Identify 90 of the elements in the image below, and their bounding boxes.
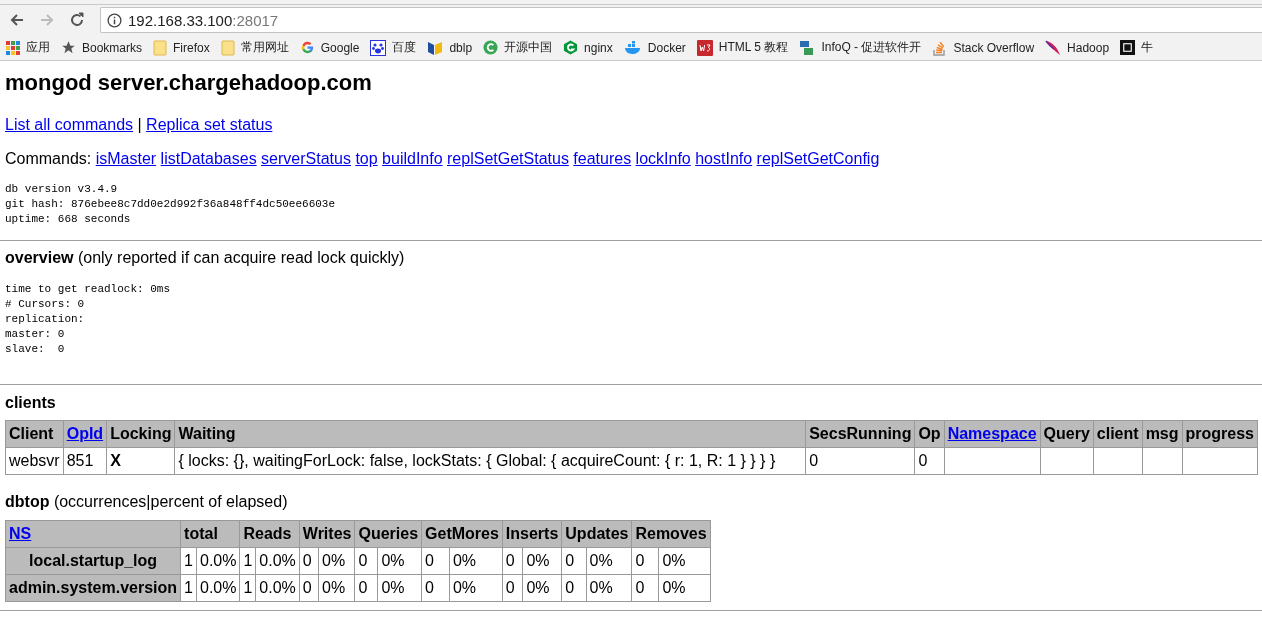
bookmark-link[interactable]: Stack Overflow <box>953 40 1035 55</box>
bookmark-link[interactable]: dblp <box>449 40 473 55</box>
bookmark-link[interactable]: Docker <box>647 40 686 55</box>
column-header: Writes <box>299 520 355 548</box>
command-link[interactable]: replSetGetStatus <box>447 150 569 167</box>
bookmark-link[interactable]: 百度 <box>392 39 417 56</box>
forward-arrow-icon <box>39 13 55 27</box>
c-circle-icon <box>483 40 499 55</box>
bookmark-link[interactable]: InfoQ - 促进软件开 <box>821 39 922 56</box>
table-cell: websvr <box>5 447 64 475</box>
overview-line: master: 0 <box>5 327 66 342</box>
command-link[interactable]: listDatabases <box>160 150 257 167</box>
column-header: progress <box>1182 420 1258 448</box>
apps-grid-icon <box>6 40 20 55</box>
section-note: (occurrences|percent of elapsed) <box>53 493 288 510</box>
command-link[interactable]: isMaster <box>95 150 157 167</box>
infoq-logo-icon <box>799 39 816 56</box>
bookmark-link[interactable]: 常用网址 <box>240 39 289 56</box>
overview-line: slave: 0 <box>5 342 66 357</box>
column-header-link[interactable]: OpId <box>66 425 104 442</box>
column-header-link[interactable]: NS <box>9 525 32 542</box>
overview-line: # Cursors: 0 <box>5 297 86 312</box>
bookmark-link[interactable]: Google <box>320 40 360 55</box>
paw-icon <box>370 39 387 56</box>
column-header: Inserts <box>502 520 562 548</box>
dblp-logo-icon <box>427 39 444 56</box>
command-link[interactable]: serverStatus <box>261 150 351 167</box>
column-header: Removes <box>631 520 711 548</box>
bookmark-link[interactable]: Firefox <box>173 40 210 55</box>
address-bar[interactable]: 192.168.33.100:28017 <box>100 7 1262 33</box>
folder-icon <box>153 39 168 56</box>
column-header: SecsRunning <box>805 420 915 448</box>
bookmark-link[interactable]: HTML 5 教程 <box>718 39 789 56</box>
link[interactable]: List all commands <box>5 116 134 133</box>
stacked-lines-icon <box>932 39 948 56</box>
overview-line: time to get readlock: 0ms <box>5 282 172 297</box>
table-cell: X <box>106 447 175 475</box>
command-link[interactable]: lockInfo <box>635 150 691 167</box>
command-link[interactable]: top <box>355 150 378 167</box>
separator-text: | <box>137 116 142 133</box>
version-info-line: db version v3.4.9 <box>5 182 119 197</box>
section-heading: clients <box>5 394 57 412</box>
version-info-line: git hash: 876ebee8c7dd0e2d992f36a848ff4dc50ee6603e <box>5 197 337 212</box>
section-heading: dbtop <box>5 493 50 510</box>
star-icon <box>61 40 76 55</box>
command-link[interactable]: replSetGetConfig <box>756 150 880 167</box>
bookmark-link[interactable]: nginx <box>584 40 613 55</box>
column-header: msg <box>1142 420 1183 448</box>
bookmark-link[interactable]: Bookmarks <box>82 40 143 55</box>
section-note: (only reported if can acquire read lock quickly) <box>77 249 405 266</box>
table-cell: { locks: {}, waitingForLock: false, lockStats: { Global: { acquireCount: { r: 1, R: 1 } } } } <box>174 447 806 475</box>
column-header: Op <box>914 420 945 448</box>
command-link[interactable]: buildInfo <box>382 150 443 167</box>
command-link[interactable]: hostInfo <box>695 150 753 167</box>
column-header-link[interactable]: Namespace <box>947 425 1037 442</box>
column-header: Reads <box>239 520 300 548</box>
column-header: Client <box>5 420 64 448</box>
reload-icon <box>69 12 85 28</box>
table-cell: 0 <box>805 447 915 475</box>
column-header: Waiting <box>174 420 806 448</box>
row-header: admin.system.version <box>5 574 181 602</box>
bookmark-link[interactable]: 开源中国 <box>504 39 553 56</box>
column-header: Updates <box>561 520 632 548</box>
g-hexagon-icon <box>563 40 579 55</box>
column-header: GetMores <box>421 520 503 548</box>
column-header: Locking <box>106 420 175 448</box>
whale-icon <box>623 40 642 55</box>
section-heading: overview <box>5 249 74 266</box>
column-header: client <box>1093 420 1143 448</box>
column-header: Queries <box>354 520 422 548</box>
bookmark-link[interactable]: 应用 <box>26 39 50 56</box>
google-g-icon <box>299 40 315 55</box>
page-title: mongod server.chargehadoop.com <box>5 70 373 96</box>
bookmark-link[interactable]: 牛 <box>1141 39 1154 56</box>
overview-line: replication: <box>5 312 86 327</box>
w3-logo-icon <box>696 39 713 56</box>
feather-icon <box>1045 39 1062 56</box>
square-logo-icon <box>1120 40 1136 55</box>
folder-icon <box>220 39 235 56</box>
link[interactable]: Replica set status <box>146 116 273 133</box>
command-link[interactable]: features <box>573 150 632 167</box>
info-icon <box>107 12 122 28</box>
back-arrow-icon <box>9 13 25 27</box>
version-info-line: uptime: 668 seconds <box>5 212 132 227</box>
column-header: Query <box>1040 420 1094 448</box>
url-text: 192.168.33.100:28017 <box>128 11 279 29</box>
bookmark-link[interactable]: Hadoop <box>1067 40 1110 55</box>
commands-label: Commands: <box>5 150 92 167</box>
column-header: total <box>180 520 240 548</box>
row-header: local.startup_log <box>5 547 181 575</box>
